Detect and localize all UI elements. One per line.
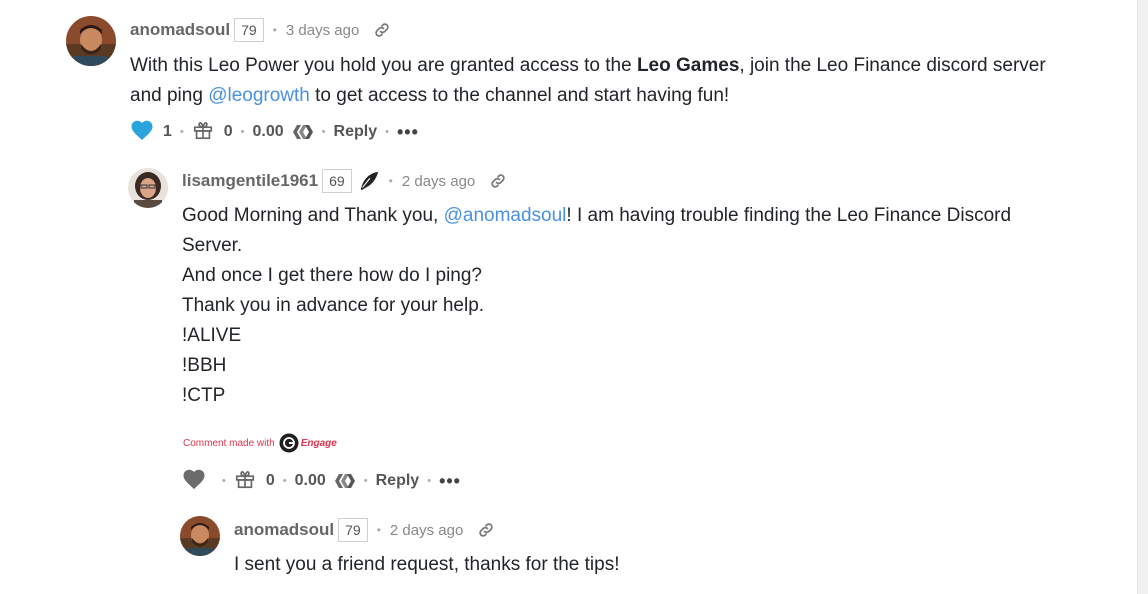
payout-value[interactable]: 0.00: [253, 123, 284, 141]
engage-logo-icon: [279, 433, 299, 453]
heart-icon[interactable]: [182, 468, 206, 495]
reply-button[interactable]: Reply: [334, 123, 378, 141]
link-icon[interactable]: [477, 521, 495, 539]
reputation-badge: 79: [338, 518, 368, 542]
mention-link[interactable]: @anomadsoul: [444, 205, 567, 226]
comment-body: I sent you a friend request, thanks for …: [234, 550, 1094, 580]
link-icon[interactable]: [373, 21, 391, 39]
separator: •: [376, 523, 381, 537]
author-name[interactable]: lisamgentile1961: [182, 171, 318, 191]
body-text: Good Morning and Thank you,: [182, 205, 444, 226]
separator: •: [385, 126, 389, 138]
body-text: and ping: [130, 85, 209, 106]
reply-button[interactable]: Reply: [376, 472, 420, 490]
scrollbar[interactable]: [1137, 0, 1148, 594]
engage-prefix: Comment made with: [183, 437, 275, 449]
timestamp[interactable]: 2 days ago: [390, 522, 463, 539]
avatar[interactable]: [180, 516, 220, 556]
separator: •: [272, 23, 277, 37]
payout-value[interactable]: 0.00: [295, 472, 326, 490]
gift-icon[interactable]: [192, 119, 214, 146]
avatar[interactable]: [128, 168, 168, 208]
more-icon[interactable]: •••: [439, 471, 461, 492]
quill-icon: [358, 170, 380, 192]
engage-brand: Engage: [300, 437, 337, 449]
body-text: !BBH: [182, 355, 227, 376]
gift-count: 0: [265, 472, 275, 489]
author-name[interactable]: anomadsoul: [234, 520, 334, 540]
avatar[interactable]: [66, 16, 116, 66]
separator: •: [222, 475, 226, 487]
heart-icon[interactable]: [130, 119, 154, 146]
body-text: !ALIVE: [182, 325, 242, 346]
body-text: Server.: [182, 235, 243, 256]
separator: •: [240, 126, 245, 138]
hive-icon: [334, 472, 356, 490]
body-text: to get access to the channel and start h…: [309, 85, 730, 106]
mention-link[interactable]: @leogrowth: [208, 85, 310, 106]
comment-body: With this Leo Power you hold you are gra…: [130, 51, 1090, 111]
gift-icon[interactable]: [234, 468, 256, 495]
body-text: , join the Leo Finance discord server: [739, 55, 1046, 76]
comment-body: Good Morning and Thank you, @anomadsoul!…: [182, 201, 1082, 411]
separator: •: [321, 126, 326, 138]
body-text: ! I am having trouble finding the Leo Fi…: [566, 205, 1012, 226]
separator: •: [179, 126, 184, 138]
body-text: I sent you a friend request, thanks for …: [234, 554, 620, 575]
vote-count[interactable]: 1: [163, 123, 172, 141]
more-icon[interactable]: •••: [397, 122, 419, 143]
bold-text: Leo Games: [636, 55, 740, 76]
separator: •: [282, 475, 287, 487]
reputation-badge: 79: [234, 18, 264, 42]
engage-signature[interactable]: Comment made with Engage: [183, 433, 337, 453]
reputation-badge: 69: [322, 169, 352, 193]
separator: •: [427, 475, 432, 487]
timestamp[interactable]: 3 days ago: [286, 22, 359, 39]
author-name[interactable]: anomadsoul: [130, 20, 230, 40]
body-text: And once I get there how do I ping?: [182, 265, 482, 286]
hive-icon: [292, 123, 314, 141]
gift-count: 0: [223, 123, 233, 140]
body-text: With this Leo Power you hold you are gra…: [130, 55, 637, 76]
timestamp[interactable]: 2 days ago: [402, 173, 475, 190]
body-text: !CTP: [182, 385, 226, 406]
separator: •: [388, 174, 393, 188]
body-text: Thank you in advance for your help.: [182, 295, 485, 316]
separator: •: [363, 475, 368, 487]
link-icon[interactable]: [489, 172, 507, 190]
